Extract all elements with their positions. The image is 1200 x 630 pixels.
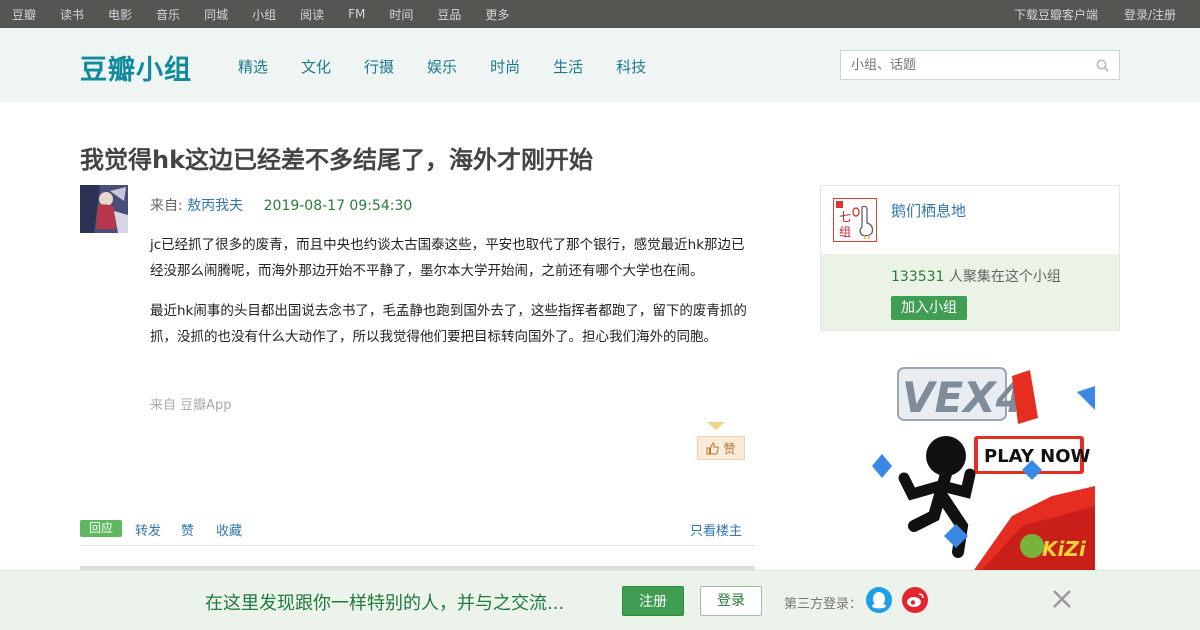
global-nav-read[interactable]: 阅读 [300,6,324,23]
global-nav-book[interactable]: 读书 [60,6,84,23]
group-nav: 精选 文化 行摄 娱乐 时尚 生活 科技 [238,56,679,77]
ad-banner[interactable]: VEX4 PLAY NOW KiZi [862,346,1095,570]
join-group-button[interactable]: 加入小组 [891,296,967,320]
global-nav-more[interactable]: 更多 [485,6,509,23]
global-nav-left: 豆瓣 读书 电影 音乐 同城 小组 阅读 FM 时间 豆品 更多 [12,0,533,28]
member-count: 133531 [891,269,945,285]
global-nav-right: 下载豆瓣客户端 登录/注册 [988,0,1176,28]
global-nav-bar: 豆瓣 读书 电影 音乐 同城 小组 阅读 FM 时间 豆品 更多 下载豆瓣客户端… [0,0,1200,28]
like-label: 赞 [723,441,736,456]
svg-text:组: 组 [839,225,851,239]
group-card-top: 七 组 鹅们栖息地 [821,186,1119,254]
search-icon[interactable] [1096,59,1109,72]
download-app-link[interactable]: 下载豆瓣客户端 [1014,6,1098,23]
qq-icon[interactable] [866,587,892,613]
collect-link[interactable]: 收藏 [216,520,242,539]
group-header: 豆瓣小组 精选 文化 行摄 娱乐 时尚 生活 科技 [0,28,1200,102]
group-nav-culture[interactable]: 文化 [301,56,331,77]
post-source: 来自 豆瓣App [150,398,232,413]
ad-brand: KiZi [1042,537,1087,561]
search-box [840,50,1120,80]
site-logo[interactable]: 豆瓣小组 [80,48,192,87]
global-nav-fm[interactable]: FM [348,7,365,21]
post-meta: 来自: 敖丙我夫 2019-08-17 09:54:30 [150,195,412,215]
post-paragraph: 最近hk闹事的头目都出国说去念书了，毛孟静也跑到国外去了，这些指挥者都跑了，留下… [150,303,747,345]
member-suffix: 人聚集在这个小组 [944,269,1061,285]
global-nav-music[interactable]: 音乐 [156,6,180,23]
post-title: 我觉得hk这边已经差不多结尾了，海外才刚开始 [80,146,594,174]
login-button[interactable]: 登录 [700,586,762,616]
group-avatar[interactable]: 七 组 [833,198,877,242]
owner-only-link[interactable]: 只看楼主 [690,520,742,539]
reply-button[interactable]: 回应 [80,520,122,537]
group-nav-fashion[interactable]: 时尚 [490,56,520,77]
group-nav-featured[interactable]: 精选 [238,56,268,77]
post-action-bar: 回应 转发 赞 收藏 只看楼主 [80,520,755,546]
group-nav-travel[interactable]: 行摄 [364,56,394,77]
signup-banner: 在这里发现跟你一样特别的人，并与之交流... 注册 登录 第三方登录： [0,570,1200,630]
search-input[interactable] [841,51,1081,79]
like-pointer [707,422,725,430]
from-label: 来自: [150,198,183,214]
signup-slogan: 在这里发现跟你一样特别的人，并与之交流... [205,593,565,614]
login-register-link[interactable]: 登录/注册 [1124,6,1176,23]
global-nav-time[interactable]: 时间 [389,6,413,23]
forward-link[interactable]: 转发 [135,520,161,539]
global-nav-douban[interactable]: 豆瓣 [12,6,36,23]
register-button[interactable]: 注册 [622,586,684,616]
weibo-icon[interactable] [902,587,928,613]
post-time: 2019-08-17 09:54:30 [263,198,413,214]
group-nav-life[interactable]: 生活 [553,56,583,77]
group-members: 133531 人聚集在这个小组 [891,266,1061,286]
svg-text:七: 七 [839,210,851,224]
close-icon[interactable] [1050,587,1074,611]
like-button[interactable]: 赞 [697,436,745,460]
thumb-up-icon [706,441,720,454]
global-nav-market[interactable]: 豆品 [437,6,461,23]
game-title: VEX4 [902,373,1025,422]
post-paragraph: jc已经抓了很多的废青，而且中央也约谈太古国泰这些，平安也取代了那个银行，感觉最… [150,237,745,279]
group-card: 七 组 鹅们栖息地 133531 人聚集在这个小组 加入小组 [820,185,1120,331]
group-name-link[interactable]: 鹅们栖息地 [891,200,966,221]
like-link[interactable]: 赞 [181,520,194,539]
global-nav-movie[interactable]: 电影 [108,6,132,23]
group-nav-entertainment[interactable]: 娱乐 [427,56,457,77]
avatar[interactable] [80,185,128,233]
global-nav-group[interactable]: 小组 [252,6,276,23]
group-nav-tech[interactable]: 科技 [616,56,646,77]
post-content: jc已经抓了很多的废青，而且中央也约谈太古国泰这些，平安也取代了那个银行，感觉最… [150,232,755,364]
play-now-text: PLAY NOW [984,446,1091,467]
third-party-label: 第三方登录： [784,597,863,612]
author-link[interactable]: 敖丙我夫 [187,198,243,214]
global-nav-local[interactable]: 同城 [204,6,228,23]
